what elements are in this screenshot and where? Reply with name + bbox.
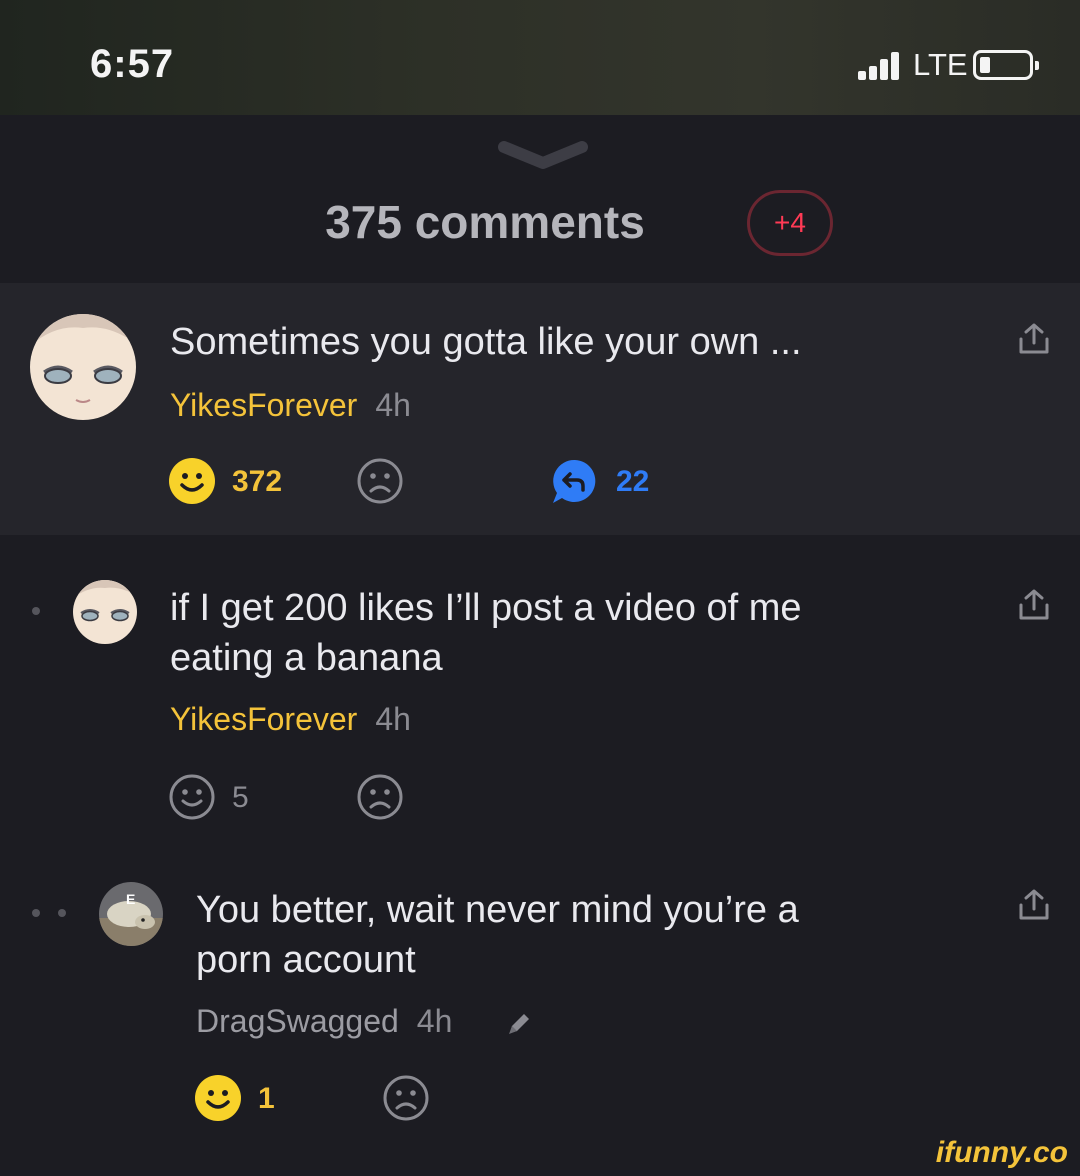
- battery-icon: [973, 50, 1039, 80]
- author-name[interactable]: YikesForever: [170, 387, 357, 423]
- edit-pencil-icon: [509, 1014, 529, 1034]
- comment-item: E You better, wait never mind you’re a p…: [0, 845, 1080, 1155]
- comments-header: 375 comments +4: [0, 115, 1080, 283]
- smile-icon[interactable]: [168, 773, 216, 821]
- author-name[interactable]: YikesForever: [170, 701, 357, 737]
- comment-text-line: You better, wait never mind you’re a: [196, 889, 799, 931]
- comment-text: You better, wait never mind you’re a por…: [196, 885, 956, 985]
- comment-time: 4h: [375, 701, 411, 737]
- share-icon[interactable]: [1016, 887, 1052, 923]
- author-name[interactable]: DragSwagged: [196, 1003, 399, 1039]
- smile-icon[interactable]: [194, 1074, 242, 1122]
- chevron-down-icon[interactable]: [498, 139, 588, 173]
- smile-icon[interactable]: [168, 457, 216, 505]
- comment-meta: YikesForever 4h: [170, 701, 411, 738]
- comment-time: 4h: [416, 1003, 453, 1039]
- comment-time: 4h: [375, 387, 411, 423]
- avatar[interactable]: [73, 580, 137, 644]
- comment-text-line: porn account: [196, 939, 416, 981]
- comments-title: 375 comments: [325, 196, 645, 248]
- frown-icon[interactable]: [356, 457, 404, 505]
- new-comments-badge[interactable]: +4: [747, 190, 833, 256]
- reply-count[interactable]: 22: [616, 465, 649, 499]
- share-icon[interactable]: [1016, 587, 1052, 623]
- avatar[interactable]: E: [99, 882, 163, 946]
- comment-text: Sometimes you gotta like your own ...: [170, 321, 802, 363]
- comment-text-line: if I get 200 likes I’ll post a video of …: [170, 587, 802, 629]
- smile-count: 1: [258, 1082, 275, 1115]
- comment-text-line: eating a banana: [170, 637, 443, 679]
- comment-text: if I get 200 likes I’ll post a video of …: [170, 583, 950, 683]
- comment-meta: YikesForever 4h: [170, 387, 411, 424]
- network-label: LTE: [913, 47, 968, 82]
- vote-row: 5: [168, 773, 468, 823]
- frown-icon[interactable]: [382, 1074, 430, 1122]
- vote-row: 372 22: [168, 457, 668, 507]
- signal-icon: [858, 52, 908, 80]
- comment-item: if I get 200 likes I’ll post a video of …: [0, 535, 1080, 845]
- avatar[interactable]: [30, 314, 136, 420]
- vote-row: 1: [194, 1074, 494, 1124]
- status-time: 6:57: [90, 42, 175, 86]
- smile-count: 5: [232, 781, 249, 814]
- frown-icon[interactable]: [356, 773, 404, 821]
- comment-meta: DragSwagged 4h: [196, 1003, 452, 1040]
- share-icon[interactable]: [1016, 321, 1052, 357]
- comment-item: Sometimes you gotta like your own ... Yi…: [0, 283, 1080, 535]
- watermark: ifunny.co: [935, 1136, 1068, 1169]
- svg-text:E: E: [126, 891, 135, 907]
- smile-count: 372: [232, 465, 283, 498]
- reply-icon[interactable]: [550, 457, 600, 507]
- status-bar: 6:57 LTE: [0, 0, 1080, 115]
